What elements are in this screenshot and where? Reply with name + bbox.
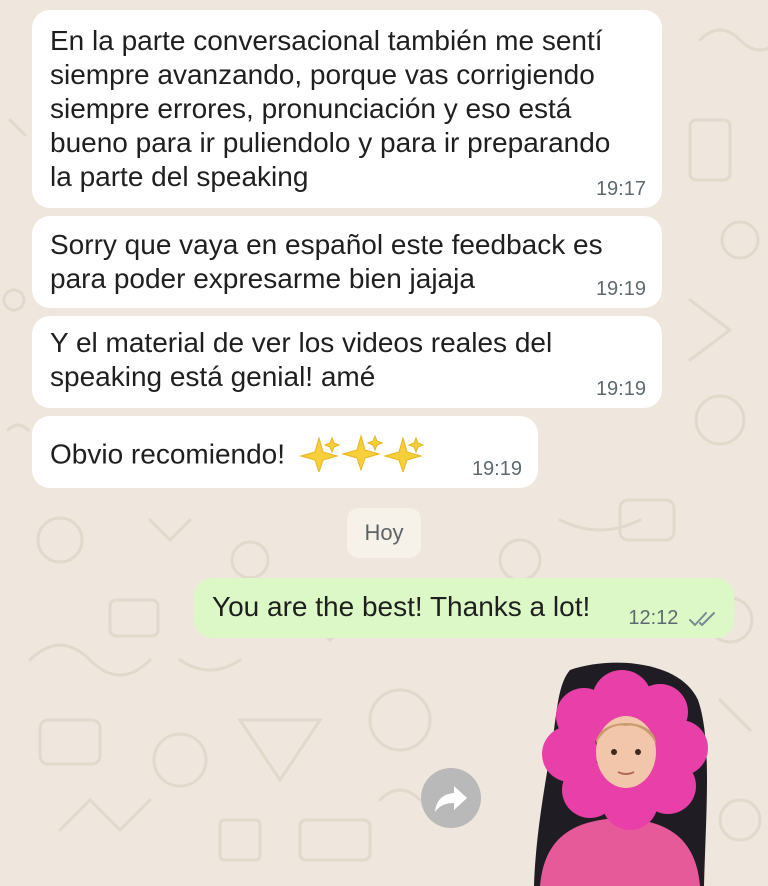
message-bubble-incoming[interactable]: Y el material de ver los videos reales d… — [32, 316, 662, 408]
message-timestamp: 19:17 — [595, 178, 646, 200]
message-timestamp: 12:12 — [628, 607, 718, 629]
message-timestamp: 19:19 — [595, 378, 646, 400]
message-text: Sorry que vaya en español este feedback … — [50, 229, 603, 294]
message-text: En la parte conversacional también me se… — [50, 25, 611, 192]
message-bubble-incoming[interactable]: En la parte conversacional también me se… — [32, 10, 662, 208]
sticker-image[interactable] — [530, 660, 714, 886]
message-timestamp: 19:19 — [471, 458, 522, 480]
message-text: Obvio recomiendo! — [50, 438, 286, 470]
message-bubble-incoming[interactable]: Sorry que vaya en español este feedback … — [32, 216, 662, 308]
message-text: Y el material de ver los videos reales d… — [50, 327, 553, 392]
forward-arrow-icon — [435, 786, 467, 812]
message-timestamp: 19:19 — [595, 278, 646, 300]
message-time-text: 12:12 — [628, 607, 679, 629]
sparkles-emoji — [298, 432, 427, 480]
message-bubble-incoming[interactable]: Obvio recomiendo! 19:19 — [32, 416, 538, 488]
message-bubble-outgoing[interactable]: You are the best! Thanks a lot! 12:12 — [194, 578, 734, 638]
message-text: You are the best! Thanks a lot! — [212, 591, 591, 622]
double-check-icon — [689, 611, 715, 626]
day-divider: Hoy — [347, 508, 421, 558]
forward-button[interactable] — [421, 768, 481, 828]
